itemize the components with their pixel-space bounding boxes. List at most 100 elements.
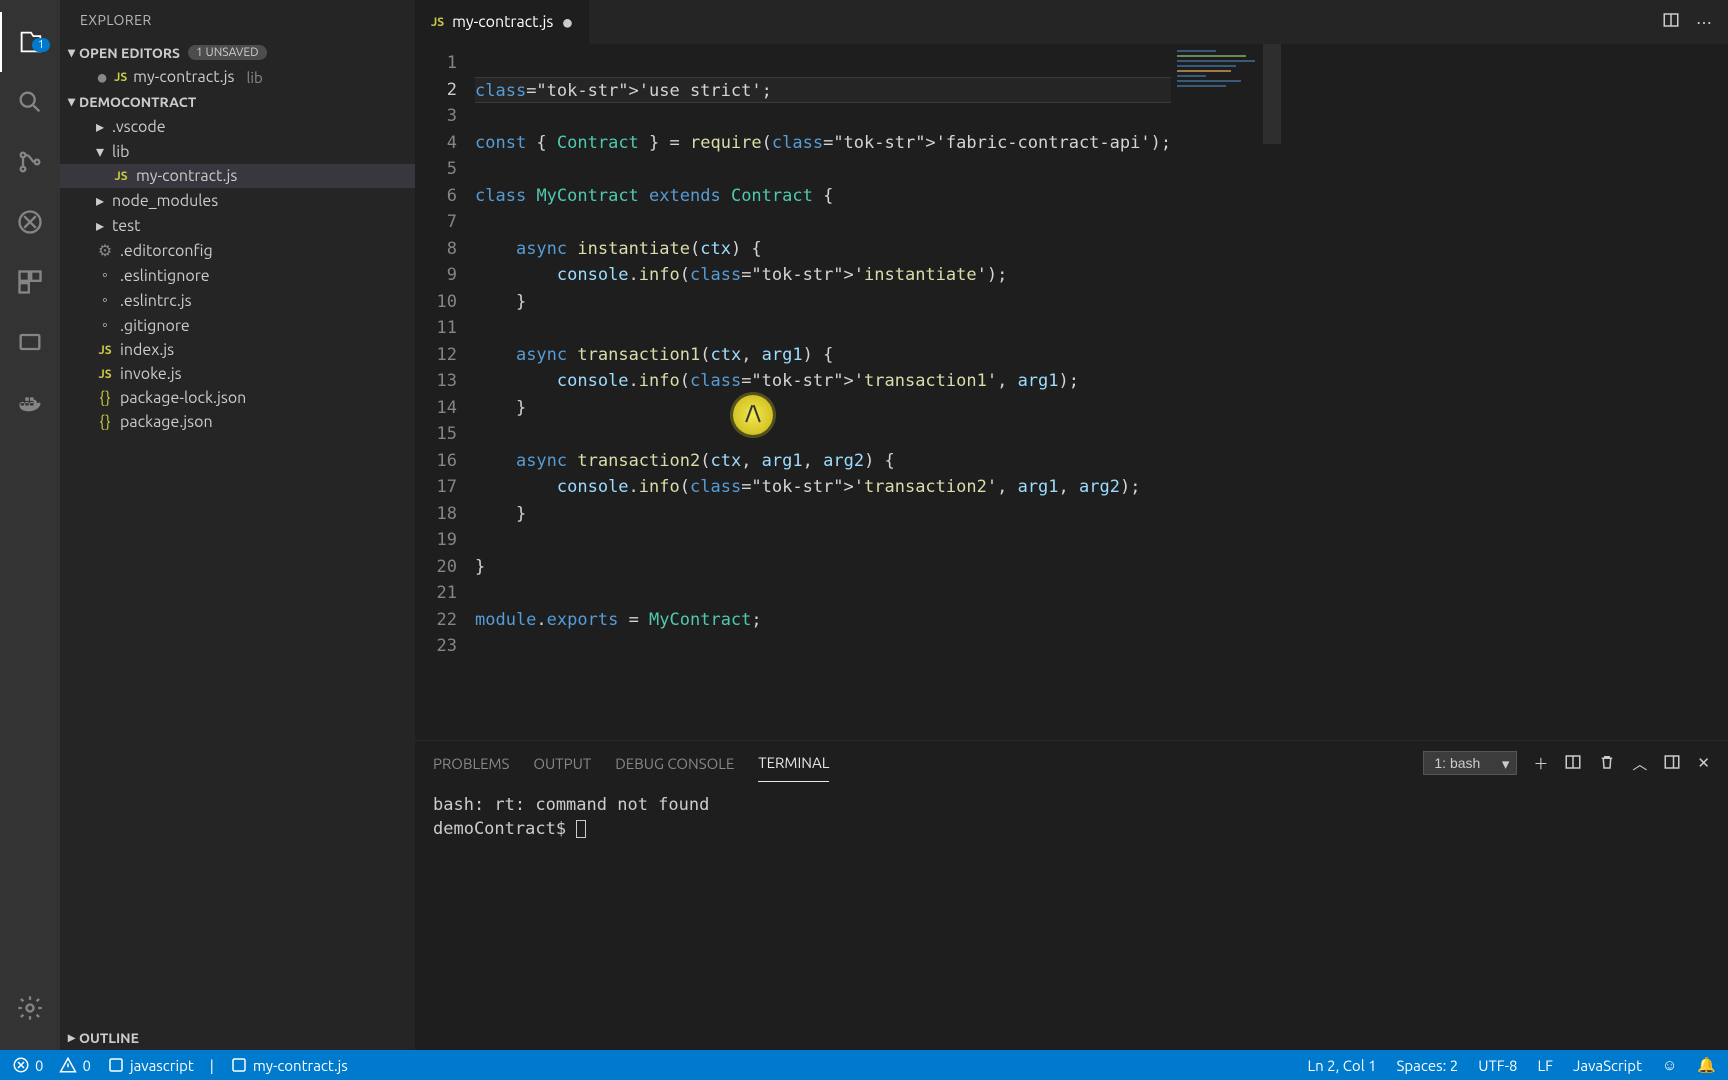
editor-body[interactable]: 1234567891011121314151617181920212223 cl… bbox=[415, 44, 1728, 740]
tree-item-label: invoke.js bbox=[120, 365, 182, 383]
chevron-right-icon: ▸ bbox=[96, 117, 104, 136]
file-icon: ◦ bbox=[96, 291, 114, 310]
file-icon: ◦ bbox=[96, 316, 114, 335]
minimap[interactable] bbox=[1171, 44, 1281, 740]
tree-item-label: .eslintignore bbox=[120, 267, 210, 285]
panel-tab-output[interactable]: OUTPUT bbox=[533, 745, 591, 782]
tree-item[interactable]: JS invoke.js bbox=[60, 362, 415, 386]
terminal-output[interactable]: bash: rt: command not founddemoContract$ bbox=[415, 785, 1728, 849]
open-editor-item[interactable]: ● JS my-contract.js lib bbox=[60, 65, 415, 89]
status-lang-server[interactable]: javascript bbox=[107, 1056, 194, 1074]
maximize-panel-icon[interactable]: ︿ bbox=[1632, 753, 1647, 774]
ext-icon-1[interactable] bbox=[0, 312, 60, 372]
chevron-down-icon: ▾ bbox=[68, 44, 75, 61]
tree-item[interactable]: ⚙ .editorconfig bbox=[60, 238, 415, 263]
status-language[interactable]: JavaScript bbox=[1573, 1057, 1642, 1074]
js-icon: JS bbox=[114, 71, 127, 84]
json-icon: {} bbox=[96, 413, 114, 431]
modified-dot-icon: ● bbox=[561, 10, 573, 35]
gear-icon: ⚙ bbox=[96, 241, 114, 260]
workspace-label: DEMOCONTRACT bbox=[79, 94, 196, 110]
activity-bar: 1 bbox=[0, 0, 60, 1050]
kill-terminal-icon[interactable] bbox=[1598, 753, 1616, 774]
tree-item[interactable]: {} package-lock.json bbox=[60, 386, 415, 410]
feedback-icon[interactable]: ☺ bbox=[1662, 1056, 1677, 1074]
open-editor-name: my-contract.js bbox=[133, 68, 234, 86]
chevron-right-icon: ▸ bbox=[96, 191, 104, 210]
open-editors-header[interactable]: ▾ OPEN EDITORS 1 UNSAVED bbox=[60, 40, 415, 65]
source-control-icon[interactable] bbox=[0, 132, 60, 192]
tree-item-label: .eslintrc.js bbox=[120, 292, 192, 310]
notifications-icon[interactable]: 🔔 bbox=[1697, 1056, 1716, 1074]
tree-item[interactable]: ▾ lib bbox=[60, 139, 415, 164]
tree-item-label: .editorconfig bbox=[120, 242, 213, 260]
tree-item[interactable]: ◦ .eslintignore bbox=[60, 263, 415, 288]
tree-item[interactable]: ◦ .eslintrc.js bbox=[60, 288, 415, 313]
modified-dot-icon: ● bbox=[96, 72, 108, 82]
terminal-selector[interactable]: 1: bash bbox=[1423, 751, 1517, 775]
chevron-down-icon: ▾ bbox=[68, 93, 75, 110]
status-eol[interactable]: LF bbox=[1538, 1057, 1554, 1074]
minimap-slider[interactable] bbox=[1263, 44, 1281, 144]
cursor-highlight bbox=[733, 395, 773, 435]
json-icon: {} bbox=[96, 389, 114, 407]
bottom-panel: PROBLEMS OUTPUT DEBUG CONSOLE TERMINAL 1: b… bbox=[415, 740, 1728, 1050]
status-warnings[interactable]: 0 bbox=[59, 1056, 90, 1074]
status-errors[interactable]: 0 bbox=[12, 1056, 43, 1074]
workspace-header[interactable]: ▾ DEMOCONTRACT bbox=[60, 89, 415, 114]
settings-icon[interactable] bbox=[0, 978, 60, 1038]
editor-area: JS my-contract.js ● ⋯ 123456789101112131… bbox=[415, 0, 1728, 1050]
line-gutter: 1234567891011121314151617181920212223 bbox=[415, 44, 475, 740]
more-icon[interactable]: ⋯ bbox=[1696, 13, 1712, 32]
panel-tab-terminal[interactable]: TERMINAL bbox=[758, 744, 829, 782]
panel-tab-debug-console[interactable]: DEBUG CONSOLE bbox=[615, 745, 734, 782]
file-tree: ▸ .vscode ▾ lib JS my-contract.js ▸node_mod… bbox=[60, 114, 415, 434]
panel-tabs: PROBLEMS OUTPUT DEBUG CONSOLE TERMINAL 1: b… bbox=[415, 741, 1728, 785]
tree-item-label: .gitignore bbox=[120, 317, 190, 335]
chevron-down-icon: ▾ bbox=[96, 142, 104, 161]
split-editor-icon[interactable] bbox=[1662, 11, 1680, 33]
tree-item[interactable]: ▸node_modules bbox=[60, 188, 415, 213]
tree-item[interactable]: JS my-contract.js bbox=[60, 164, 415, 188]
js-icon: JS bbox=[96, 368, 114, 381]
tree-item[interactable]: ◦ .gitignore bbox=[60, 313, 415, 338]
tree-item[interactable]: ▸ .vscode bbox=[60, 114, 415, 139]
file-icon: ◦ bbox=[96, 266, 114, 285]
tree-item[interactable]: ▸test bbox=[60, 213, 415, 238]
open-editor-dir: lib bbox=[246, 69, 262, 86]
js-icon: JS bbox=[96, 344, 114, 357]
tree-item-label: .vscode bbox=[112, 118, 166, 136]
code-content[interactable]: class="tok-str">'use strict'; const { Co… bbox=[475, 44, 1171, 740]
search-icon[interactable] bbox=[0, 72, 60, 132]
open-editors-label: OPEN EDITORS bbox=[79, 45, 180, 61]
split-terminal-icon[interactable] bbox=[1564, 753, 1582, 774]
toggle-panel-icon[interactable] bbox=[1663, 753, 1681, 774]
tree-item[interactable]: JSindex.js bbox=[60, 338, 415, 362]
close-panel-icon[interactable]: ✕ bbox=[1697, 754, 1710, 772]
tab-label: my-contract.js bbox=[452, 13, 553, 31]
tab-my-contract[interactable]: JS my-contract.js ● bbox=[415, 0, 590, 44]
chevron-right-icon: ▸ bbox=[68, 1029, 75, 1046]
chevron-right-icon: ▸ bbox=[96, 216, 104, 235]
new-terminal-icon[interactable]: ＋ bbox=[1533, 753, 1548, 774]
tree-item-label: package-lock.json bbox=[120, 389, 246, 407]
status-encoding[interactable]: UTF-8 bbox=[1478, 1057, 1517, 1074]
extensions-icon[interactable] bbox=[0, 252, 60, 312]
explorer-icon[interactable] bbox=[0, 12, 60, 72]
status-cursor[interactable]: Ln 2, Col 1 bbox=[1308, 1057, 1377, 1074]
status-file[interactable]: my-contract.js bbox=[230, 1056, 348, 1074]
tab-bar: JS my-contract.js ● ⋯ bbox=[415, 0, 1728, 44]
tree-item-label: lib bbox=[112, 143, 129, 161]
outline-header[interactable]: ▸ OUTLINE bbox=[60, 1025, 415, 1050]
panel-tab-problems[interactable]: PROBLEMS bbox=[433, 745, 509, 782]
status-indent[interactable]: Spaces: 2 bbox=[1397, 1057, 1459, 1074]
js-icon: JS bbox=[112, 170, 130, 183]
sidebar-title: EXPLORER bbox=[60, 0, 415, 40]
tree-item-label: package.json bbox=[120, 413, 213, 431]
debug-icon[interactable] bbox=[0, 192, 60, 252]
js-icon: JS bbox=[431, 16, 444, 29]
tree-item-label: my-contract.js bbox=[136, 167, 237, 185]
docker-icon[interactable] bbox=[0, 372, 60, 432]
tree-item[interactable]: {} package.json bbox=[60, 410, 415, 434]
status-bar: 0 0 javascript | my-contract.js Ln 2, Co… bbox=[0, 1050, 1728, 1080]
